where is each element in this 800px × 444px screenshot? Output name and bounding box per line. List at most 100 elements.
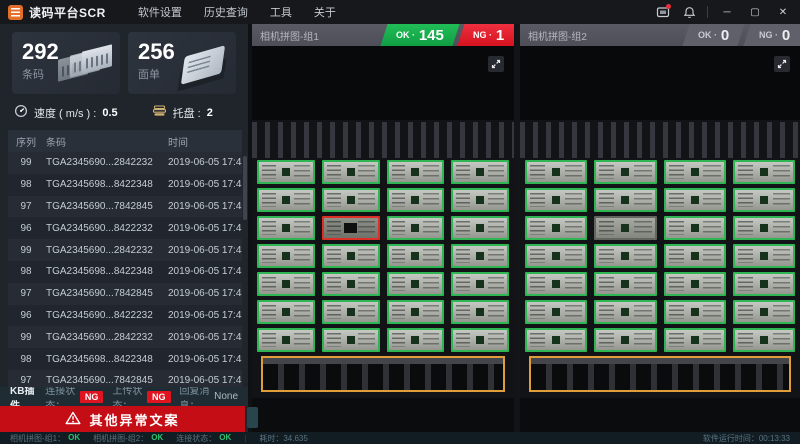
speed-gauge-icon (14, 104, 28, 123)
app-logo-icon (8, 5, 23, 20)
package-box (733, 328, 795, 352)
package-box (451, 272, 509, 296)
package-box (525, 244, 587, 268)
table-row[interactable]: 98TGA2345698...84223482019-06-05 17:43:2… (8, 348, 242, 370)
table-cell: 98 (8, 354, 44, 365)
table-row[interactable]: 99TGA2345690...28422322019-06-05 17:43:2… (8, 152, 242, 174)
package-box (594, 188, 656, 212)
package-box (387, 244, 445, 268)
package-box (451, 216, 509, 240)
stat-card-barcode: 292 条码 (12, 32, 120, 94)
table-body: 99TGA2345690...28422322019-06-05 17:43:2… (0, 152, 248, 387)
status-runtime: 软件运行时间：00:13:33 (703, 433, 790, 444)
pallet-detection-box (261, 356, 505, 392)
table-row[interactable]: 97TGA2345690...78428452019-06-05 17:43:2… (8, 283, 242, 305)
package-box-unread (594, 216, 656, 240)
scan-log-table: 序列 条码 时间 99TGA2345690...28422322019-06-0… (0, 130, 248, 387)
bell-icon[interactable] (681, 4, 697, 20)
table-cell: 2019-06-05 17:43:22:136 (164, 354, 242, 365)
package-box (322, 244, 380, 268)
reply-msg-value: None (214, 391, 238, 402)
table-row[interactable]: 97TGA2345690...78428452019-06-05 17:43:2… (8, 196, 242, 218)
table-cell: 97 (8, 288, 44, 299)
close-button[interactable]: ✕ (774, 7, 792, 18)
package-box (322, 160, 380, 184)
package-box (387, 160, 445, 184)
meta-row: 速度 ( m/s ) : 0.5 托盘 : 2 (14, 104, 234, 122)
notifications-icon[interactable] (655, 4, 671, 20)
package-box-ng (322, 216, 380, 240)
status-item: 相机拼图-组1：OK (10, 433, 80, 444)
package-box (525, 328, 587, 352)
table-cell: 2019-06-05 17:43:22:136 (164, 201, 242, 212)
table-cell: TGA2345690...8422232 (44, 310, 164, 321)
package-box (451, 188, 509, 212)
menu-item-2[interactable]: 历史查询 (204, 4, 248, 20)
table-row[interactable]: 99TGA2345690...28422322019-06-05 17:43:2… (8, 239, 242, 261)
menu-item-3[interactable]: 工具 (270, 4, 292, 20)
table-cell: TGA2345690...2842232 (44, 157, 164, 168)
table-row[interactable]: 98TGA2345698...84223482019-06-05 17:43:2… (8, 174, 242, 196)
table-cell: TGA2345690...7842845 (44, 288, 164, 299)
table-row[interactable]: 98TGA2345698...84223482019-06-05 17:43:2… (8, 261, 242, 283)
status-items: 相机拼图-组1：OK相机拼图-组2：OK连接状态：OK (10, 433, 231, 444)
package-box (733, 216, 795, 240)
upload-status-badge: NG (147, 391, 171, 403)
package-box (525, 160, 587, 184)
panel1-ng-badge: NG ·1 (457, 24, 514, 46)
table-cell: 2019-06-05 17:43:22:136 (164, 332, 242, 343)
expand-icon[interactable] (488, 56, 504, 72)
col-barcode: 条码 (44, 134, 164, 149)
table-cell: 97 (8, 375, 44, 386)
package-box (664, 272, 726, 296)
other-error-label: 其他异常文案 (89, 410, 179, 429)
menu-item-1[interactable]: 软件设置 (138, 4, 182, 20)
table-cell: 96 (8, 223, 44, 234)
package-box (594, 244, 656, 268)
table-cell: TGA2345698...8422348 (44, 354, 164, 365)
table-row[interactable]: 96TGA2345690...84222322019-06-05 17:43:2… (8, 305, 242, 327)
package-box (664, 300, 726, 324)
table-cell: TGA2345690...7842845 (44, 201, 164, 212)
table-cell: 99 (8, 332, 44, 343)
status-extra: 耗时：34.635 (259, 433, 307, 444)
panel1-title: 相机拼图-组1 (260, 28, 379, 43)
package-box (664, 188, 726, 212)
package-box (733, 160, 795, 184)
package-box (257, 160, 315, 184)
table-cell: 99 (8, 157, 44, 168)
package-box (664, 328, 726, 352)
package-box (257, 328, 315, 352)
table-scrollbar[interactable] (243, 156, 247, 220)
pallet-detection-box (529, 356, 791, 392)
menu-item-4[interactable]: 关于 (314, 4, 336, 20)
panel2-title: 相机拼图-组2 (528, 28, 681, 43)
col-seq: 序列 (8, 134, 44, 149)
panel2-ng-badge: NG ·0 (743, 24, 800, 46)
corner-chip (247, 407, 258, 428)
package-box (257, 216, 315, 240)
expand-icon[interactable] (774, 56, 790, 72)
table-cell: 98 (8, 179, 44, 190)
camera-image-group1 (252, 46, 514, 432)
package-grid (525, 160, 795, 352)
table-cell: 2019-06-05 17:43:22:136 (164, 375, 242, 386)
sidebar: 292 条码 256 面单 (0, 24, 248, 432)
table-row[interactable]: 97TGA2345690...78428452019-06-05 17:43:2… (8, 370, 242, 387)
barcode-illustration-icon (58, 42, 116, 88)
speed-label: 速度 ( m/s ) : (34, 105, 96, 121)
speed-value: 0.5 (102, 107, 117, 119)
table-cell: 2019-06-05 17:43:22:136 (164, 223, 242, 234)
package-box (594, 160, 656, 184)
table-row[interactable]: 99TGA2345690...28422322019-06-05 17:43:2… (8, 326, 242, 348)
waybill-illustration-icon (174, 42, 232, 88)
camera-panel-group1: 相机拼图-组1 OK ·145 NG ·1 (252, 24, 514, 432)
package-box (733, 272, 795, 296)
other-error-button[interactable]: 其他异常文案 (0, 406, 245, 432)
minimize-button[interactable]: ─ (718, 7, 736, 18)
app-window: 读码平台SCR 软件设置历史查询工具关于 ─ ▢ ✕ 292 条码 (0, 0, 800, 444)
package-box (322, 188, 380, 212)
table-row[interactable]: 96TGA2345690...84222322019-06-05 17:43:2… (8, 217, 242, 239)
package-box (387, 272, 445, 296)
maximize-button[interactable]: ▢ (746, 7, 764, 18)
